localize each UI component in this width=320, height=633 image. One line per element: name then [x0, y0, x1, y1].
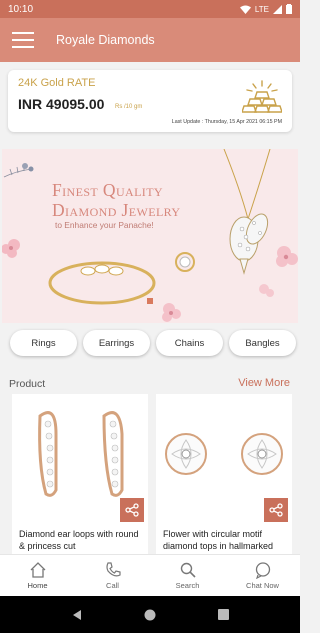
menu-icon[interactable]	[12, 32, 34, 48]
product-card[interactable]: Diamond ear loops with round & princess …	[12, 394, 148, 554]
status-icons: LTE	[239, 4, 292, 14]
product-section-header: Product View More	[0, 372, 300, 394]
chip-rings[interactable]: Rings	[10, 330, 77, 356]
home-icon	[30, 562, 45, 578]
gold-bars-icon	[242, 80, 282, 113]
banner-tagline: to Enhance your Panache!	[55, 220, 154, 230]
chat-icon	[255, 562, 270, 579]
product-card[interactable]: Flower with circular motif diamond tops …	[156, 394, 292, 554]
recents-icon[interactable]	[218, 609, 230, 620]
chip-chains[interactable]: Chains	[156, 330, 223, 356]
product-list: Diamond ear loops with round & princess …	[0, 394, 300, 554]
product-name: Flower with circular motif diamond tops …	[163, 529, 274, 551]
search-icon	[180, 562, 196, 578]
nav-search[interactable]: Search	[150, 555, 225, 596]
phone-icon	[105, 562, 121, 577]
nav-chat[interactable]: Chat Now	[225, 555, 300, 596]
system-nav-bar	[0, 596, 300, 633]
share-button[interactable]	[264, 498, 288, 522]
home-circle-icon[interactable]	[144, 609, 156, 621]
rate-value: INR 49095.00	[18, 96, 105, 112]
status-bar: 10:10 LTE	[0, 0, 300, 18]
app-title: Royale Diamonds	[56, 33, 155, 47]
gold-rate-card: 24K Gold RATE INR 49095.00 Rs /10 gm Las…	[8, 70, 292, 132]
rate-title: 24K Gold RATE	[18, 77, 96, 89]
nav-label: Call	[106, 581, 119, 590]
nav-label: Search	[175, 581, 200, 590]
nav-call[interactable]: Call	[75, 555, 150, 596]
signal-icon	[273, 4, 282, 14]
banner-headline-1: Finest Quality	[52, 180, 163, 200]
banner-page-indicator[interactable]	[147, 298, 153, 304]
promo-banner[interactable]: Finest Quality Diamond Jewelry to Enhanc…	[2, 149, 298, 323]
chip-earrings[interactable]: Earrings	[83, 330, 150, 356]
status-time: 10:10	[8, 3, 34, 15]
share-button[interactable]	[120, 498, 144, 522]
chip-bangles[interactable]: Bangles	[229, 330, 296, 356]
nav-label: Home	[27, 581, 48, 590]
battery-icon	[286, 4, 292, 14]
rate-unit: Rs /10 gm	[115, 104, 143, 110]
bottom-nav: Home Call Search Chat Now	[0, 554, 300, 596]
rate-last-update: Last Update : Thursday, 15 Apr 2021 06:1…	[171, 119, 282, 125]
back-icon[interactable]	[71, 609, 83, 621]
share-icon	[125, 503, 139, 517]
wifi-icon	[239, 5, 251, 14]
section-title: Product	[9, 378, 46, 390]
app-bar: Royale Diamonds	[0, 18, 300, 62]
nav-label: Chat Now	[246, 581, 279, 590]
share-icon	[269, 503, 283, 517]
view-more-link[interactable]: View More	[238, 377, 290, 389]
product-name: Diamond ear loops with round & princess …	[19, 529, 139, 551]
network-label: LTE	[254, 4, 269, 14]
nav-home[interactable]: Home	[0, 555, 75, 596]
category-chips: Rings Earrings Chains Bangles	[0, 330, 300, 360]
banner-decor	[2, 149, 298, 322]
banner-headline-2: Diamond Jewelry	[52, 200, 181, 220]
